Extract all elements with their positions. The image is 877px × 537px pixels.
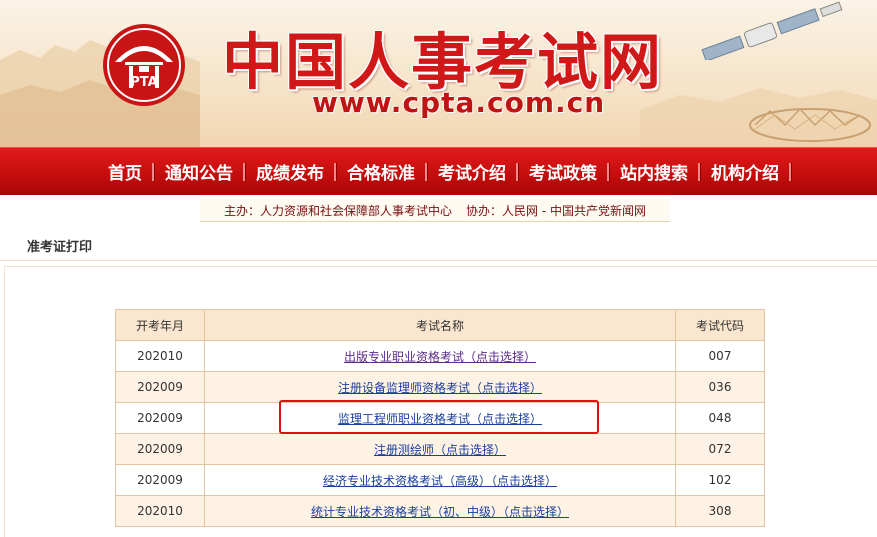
table-header-row: 开考年月 考试名称 考试代码 bbox=[115, 309, 765, 341]
table-row: 202010 出版专业职业资格考试（点击选择） 007 bbox=[115, 340, 765, 372]
exam-date: 202010 bbox=[115, 495, 205, 527]
exam-link[interactable]: 监理工程师职业资格考试（点击选择） bbox=[338, 412, 542, 426]
nav-item-home[interactable]: 首页 bbox=[98, 159, 152, 184]
exam-date: 202009 bbox=[115, 371, 205, 403]
co-host-text: 协办：人民网 - 中国共产党新闻网 bbox=[466, 203, 646, 218]
column-header-code: 考试代码 bbox=[675, 309, 765, 341]
main-nav: 首页 通知公告 成绩发布 合格标准 考试介绍 考试政策 站内搜索 机构介绍 bbox=[0, 147, 877, 195]
exam-date: 202010 bbox=[115, 340, 205, 372]
table-row: 202009 经济专业技术资格考试（高级）（点击选择） 102 bbox=[115, 464, 765, 496]
nav-item-exam-policy[interactable]: 考试政策 bbox=[519, 159, 607, 184]
nav-item-scores[interactable]: 成绩发布 bbox=[246, 159, 334, 184]
exam-table: 开考年月 考试名称 考试代码 202010 出版专业职业资格考试（点击选择） 0… bbox=[115, 309, 765, 527]
site-header: PTA 中国人事考试网 www.cpta.com.cn bbox=[0, 0, 877, 147]
nav-item-site-search[interactable]: 站内搜索 bbox=[610, 159, 698, 184]
exam-link[interactable]: 经济专业技术资格考试（高级）（点击选择） bbox=[323, 474, 557, 488]
host-text: 主办：人力资源和社会保障部人事考试中心 bbox=[224, 203, 453, 218]
sponsor-strip: 主办：人力资源和社会保障部人事考试中心 协办：人民网 - 中国共产党新闻网 bbox=[200, 199, 670, 222]
exam-code: 007 bbox=[675, 340, 765, 372]
table-row: 202009 注册测绘师（点击选择） 072 bbox=[115, 433, 765, 465]
table-row: 202010 统计专业技术资格考试（初、中级）（点击选择） 308 bbox=[115, 495, 765, 527]
exam-link[interactable]: 出版专业职业资格考试（点击选择） bbox=[344, 350, 536, 364]
nav-item-pass-standards[interactable]: 合格标准 bbox=[337, 159, 425, 184]
exam-link[interactable]: 统计专业技术资格考试（初、中级）（点击选择） bbox=[311, 505, 569, 519]
svg-text:PTA: PTA bbox=[130, 75, 157, 90]
table-row: 202009 注册设备监理师资格考试（点击选择） 036 bbox=[115, 371, 765, 403]
exam-code: 048 bbox=[675, 402, 765, 434]
exam-date: 202009 bbox=[115, 433, 205, 465]
satellite-illustration bbox=[701, 1, 843, 60]
stadium-illustration bbox=[749, 107, 871, 142]
exam-code: 102 bbox=[675, 464, 765, 496]
exam-code: 072 bbox=[675, 433, 765, 465]
exam-link[interactable]: 注册测绘师（点击选择） bbox=[374, 443, 506, 457]
exam-date: 202009 bbox=[115, 464, 205, 496]
page-title: 准考证打印 bbox=[27, 240, 93, 255]
pta-logo: PTA bbox=[103, 24, 185, 106]
exam-date: 202009 bbox=[115, 402, 205, 434]
exam-link[interactable]: 注册设备监理师资格考试（点击选择） bbox=[338, 381, 542, 395]
nav-item-exam-intro[interactable]: 考试介绍 bbox=[428, 159, 516, 184]
nav-item-about[interactable]: 机构介绍 bbox=[701, 159, 789, 184]
exam-code: 036 bbox=[675, 371, 765, 403]
nav-item-notices[interactable]: 通知公告 bbox=[155, 159, 243, 184]
nav-divider bbox=[789, 162, 792, 181]
site-url: www.cpta.com.cn bbox=[312, 86, 606, 119]
exam-code: 308 bbox=[675, 495, 765, 527]
column-header-name: 考试名称 bbox=[204, 309, 676, 341]
breadcrumb: 准考证打印 bbox=[0, 226, 877, 261]
table-row: 202009 监理工程师职业资格考试（点击选择） 048 bbox=[115, 402, 765, 434]
column-header-date: 开考年月 bbox=[115, 309, 205, 341]
